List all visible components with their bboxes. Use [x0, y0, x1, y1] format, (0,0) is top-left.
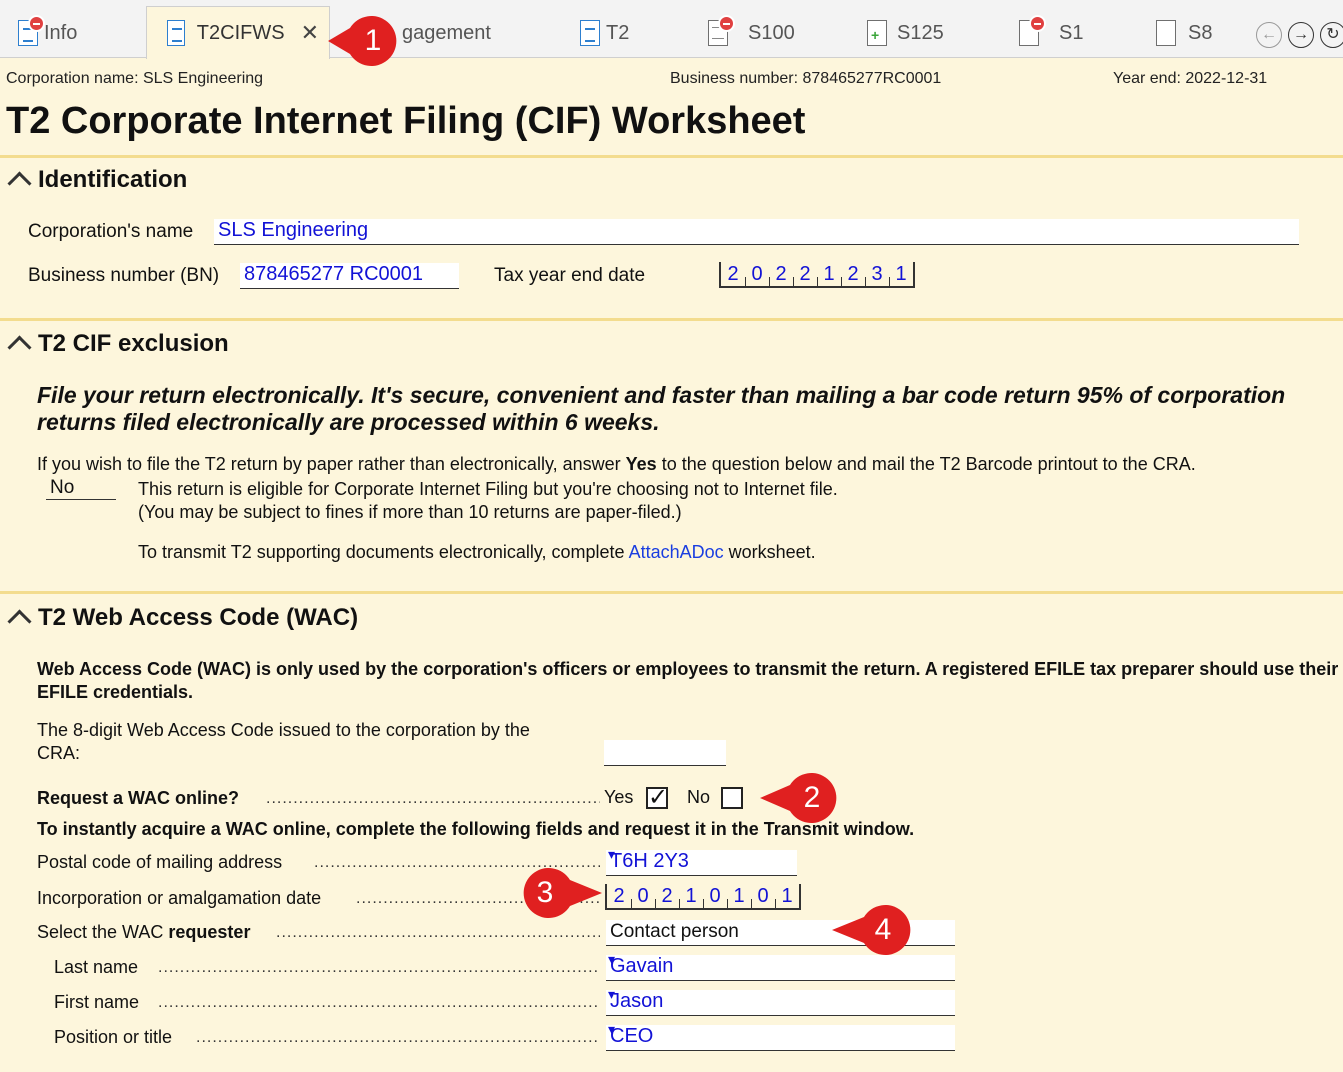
identification-section-header[interactable]: Identification	[6, 166, 187, 194]
tab-s1[interactable]: S1	[1019, 8, 1083, 58]
tax-year-end-date-field[interactable]: 2 0 2 2 1 2 3 1	[719, 262, 915, 288]
date-digit: 0	[703, 884, 727, 908]
tab-s100[interactable]: S100	[708, 8, 795, 58]
position-title-label: Position or title	[54, 1027, 173, 1047]
attach-a-doc-text: To transmit T2 supporting documents elec…	[138, 542, 816, 562]
arrow-left-icon[interactable]: ←	[1256, 22, 1282, 48]
page-title: T2 Corporate Internet Filing (CIF) Works…	[6, 100, 806, 142]
date-digit: 1	[775, 884, 799, 908]
wac-section-header[interactable]: T2 Web Access Code (WAC)	[6, 604, 358, 632]
date-digit: 1	[817, 262, 841, 286]
tab-engagement[interactable]: gagement	[402, 8, 491, 58]
wac-yes-checkbox[interactable]: ✓	[646, 786, 668, 810]
date-digit: 0	[751, 884, 775, 908]
position-title-value: CEO	[610, 1025, 654, 1047]
edit-marker-icon: ▾	[608, 951, 616, 967]
wac-code-label-line2: CRA:	[37, 743, 81, 763]
document-icon	[167, 20, 185, 46]
tab-bar: Info T2CIFWS ✕ gagement T2 S100 + S125 S…	[0, 0, 1343, 59]
tax-year-end-label: Tax year end date	[494, 265, 646, 286]
document-add-icon: +	[867, 20, 887, 46]
date-digit: 2	[769, 262, 793, 286]
year-end-header: Year end: 2022-12-31	[1113, 70, 1268, 87]
document-error-icon	[1019, 15, 1046, 46]
section-divider	[0, 155, 1343, 158]
date-digit: 0	[745, 262, 769, 286]
section-divider	[0, 591, 1343, 594]
date-digit: 1	[889, 262, 913, 286]
corporation-name-label: Corporation's name	[28, 221, 194, 242]
leader-dots: ........................................…	[276, 924, 600, 941]
leader-dots: ........................................…	[158, 994, 600, 1011]
collapse-chevron-icon[interactable]	[6, 335, 32, 353]
business-number-header: Business number: 878465277RC0001	[670, 70, 942, 87]
eligible-text: This return is eligible for Corporate In…	[138, 479, 838, 499]
first-name-label: First name	[54, 992, 140, 1012]
yes-label: Yes	[604, 787, 634, 807]
collapse-chevron-icon[interactable]	[6, 609, 32, 627]
edit-marker-icon: ▾	[608, 986, 616, 1002]
tab-s125[interactable]: + S125	[867, 8, 944, 58]
section-divider	[0, 318, 1343, 321]
incorporation-date-field[interactable]: 2 0 2 1 0 1 0 1	[605, 884, 801, 910]
close-tab-icon[interactable]: ✕	[301, 20, 319, 46]
date-digit: 1	[727, 884, 751, 908]
corporation-name-field[interactable]	[214, 219, 1299, 245]
wac-code-input[interactable]	[604, 740, 726, 766]
leader-dots: ........................................…	[158, 959, 600, 976]
wac-requester-label: Select the WAC requester	[37, 922, 251, 942]
fines-text: (You may be subject to fines if more tha…	[138, 502, 682, 522]
tab-s8[interactable]: S8	[1156, 8, 1212, 58]
document-error-icon	[708, 15, 735, 46]
efile-promo-text: File your return electronically. It's se…	[37, 382, 1286, 435]
last-name-label: Last name	[54, 957, 139, 977]
document-icon	[1156, 20, 1176, 46]
business-number-value: 878465277 RC0001	[244, 263, 424, 285]
tab-info[interactable]: Info	[18, 8, 77, 58]
business-number-label: Business number (BN)	[28, 265, 220, 286]
request-wac-label: Request a WAC online?	[37, 788, 240, 808]
tab-t2[interactable]: T2	[580, 8, 629, 58]
leader-dots: ........................................…	[266, 790, 600, 807]
tab-t2cifws[interactable]: T2CIFWS ✕	[146, 6, 330, 59]
wac-note: Web Access Code (WAC) is only used by th…	[37, 659, 1339, 702]
date-digit: 2	[613, 885, 625, 907]
document-error-icon	[18, 15, 45, 46]
wac-code-label-line1: The 8-digit Web Access Code issued to th…	[37, 720, 530, 740]
incorporation-date-label: Incorporation or amalgamation date	[37, 888, 322, 908]
leader-dots: ........................................…	[196, 1029, 600, 1046]
date-digit: 1	[679, 884, 703, 908]
callout-2: 2	[760, 771, 837, 825]
paper-filing-instruction: If you wish to file the T2 return by pap…	[37, 454, 1196, 474]
date-digit: 2	[655, 884, 679, 908]
date-digit: 2	[841, 262, 865, 286]
no-label: No	[687, 787, 711, 807]
callout-4: 4	[832, 903, 911, 957]
position-title-field[interactable]	[606, 1025, 955, 1051]
paper-filing-answer-value: No	[50, 477, 75, 498]
corporation-name-header: Corporation name: SLS Engineering	[6, 70, 264, 87]
attachadoc-link[interactable]: AttachADoc	[629, 542, 724, 562]
date-digit: 3	[865, 262, 889, 286]
last-name-value: Gavain	[610, 955, 674, 977]
callout-1: 1	[328, 14, 398, 68]
postal-code-value: T6H 2Y3	[610, 850, 689, 872]
refresh-icon[interactable]: ↻	[1320, 22, 1343, 48]
wac-no-checkbox[interactable]	[721, 787, 743, 809]
date-digit: 2	[793, 262, 817, 286]
collapse-chevron-icon[interactable]	[6, 171, 32, 189]
cif-exclusion-section-header[interactable]: T2 CIF exclusion	[6, 330, 229, 358]
arrow-right-icon[interactable]: →	[1288, 22, 1314, 48]
callout-3: 3	[512, 866, 602, 920]
date-digit: 0	[631, 884, 655, 908]
first-name-value: Jason	[610, 990, 664, 1012]
document-icon	[580, 20, 600, 46]
edit-marker-icon: ▾	[608, 846, 616, 862]
postal-code-label: Postal code of mailing address	[37, 852, 283, 872]
edit-marker-icon: ▾	[608, 1021, 616, 1037]
wac-requester-value: Contact person	[610, 921, 739, 942]
corporation-name-value: SLS Engineering	[218, 219, 369, 241]
date-digit: 2	[727, 263, 739, 285]
